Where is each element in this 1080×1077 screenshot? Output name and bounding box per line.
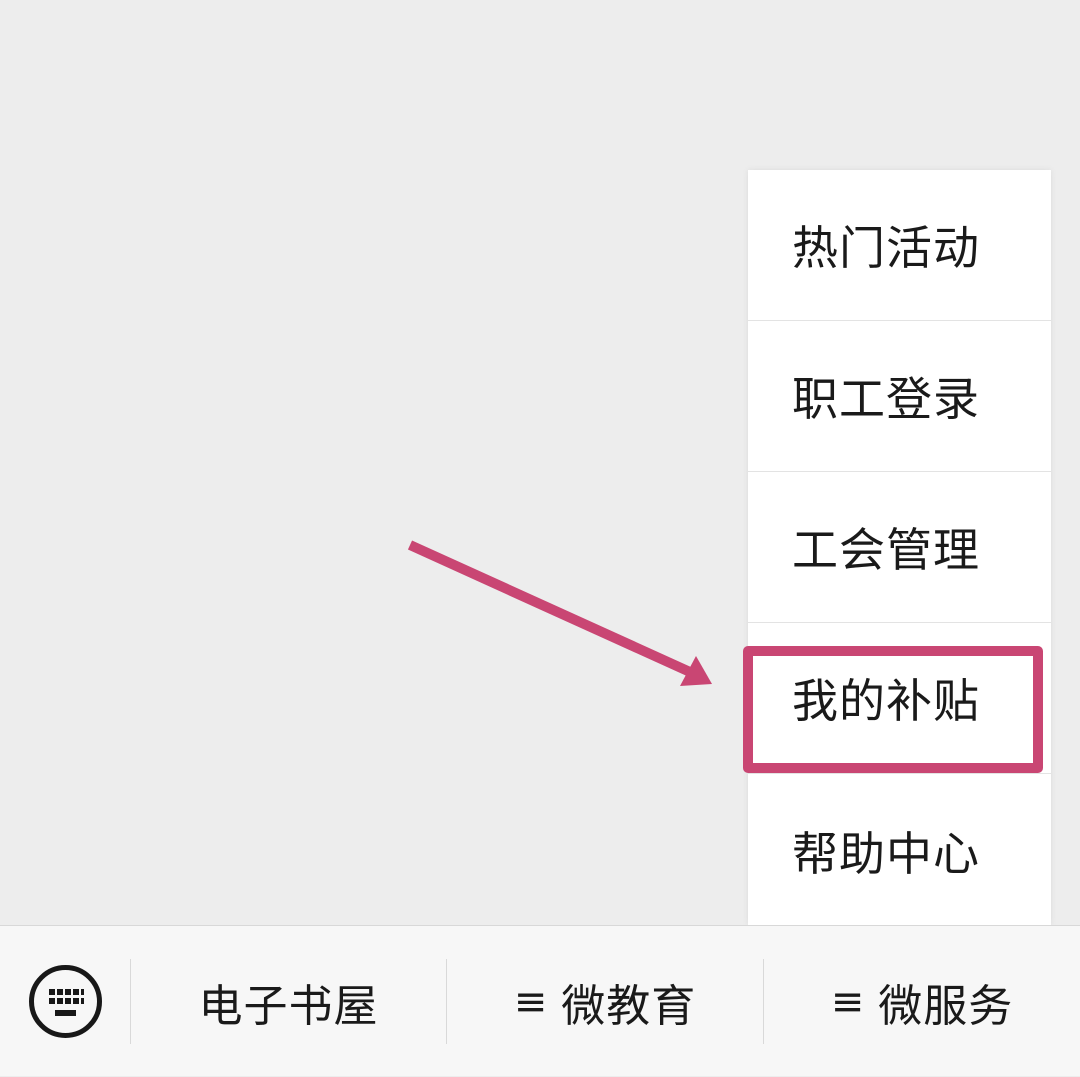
tab-label: 电子书屋 (198, 980, 379, 1032)
menu-item-label: 热门活动 (792, 221, 980, 275)
submenu-icon: ≡ (830, 978, 865, 1025)
bottom-menu-bar: 电子书屋 ≡ 微教育 ≡ 微服务 (0, 925, 1080, 1076)
menu-item-union-management[interactable]: 工会管理 (748, 472, 1051, 623)
menu-item-label: 帮助中心 (792, 826, 980, 881)
submenu-icon: ≡ (513, 978, 548, 1025)
menu-item-label: 职工登录 (792, 372, 980, 426)
menu-item-label: 工会管理 (792, 523, 980, 577)
menu-item-hot-activities[interactable]: 热门活动 (748, 170, 1051, 321)
tab-label: 微服务 (878, 980, 1014, 1032)
keyboard-toggle-button[interactable] (29, 965, 102, 1038)
tab-micro-service[interactable]: ≡ 微服务 (764, 926, 1080, 1077)
popup-menu: 热门活动 职工登录 工会管理 我的补贴 帮助中心 (748, 170, 1051, 925)
menu-item-label: 我的补贴 (792, 674, 980, 728)
keyboard-icon (49, 989, 84, 1016)
menu-item-my-subsidy[interactable]: 我的补贴 (748, 623, 1051, 774)
tab-label: 微教育 (561, 980, 697, 1032)
menu-item-help-center[interactable]: 帮助中心 (748, 776, 1051, 925)
menu-item-staff-login[interactable]: 职工登录 (748, 321, 1051, 472)
tab-micro-education[interactable]: ≡ 微教育 (447, 926, 763, 1077)
tab-e-bookstore[interactable]: 电子书屋 (131, 926, 446, 1077)
